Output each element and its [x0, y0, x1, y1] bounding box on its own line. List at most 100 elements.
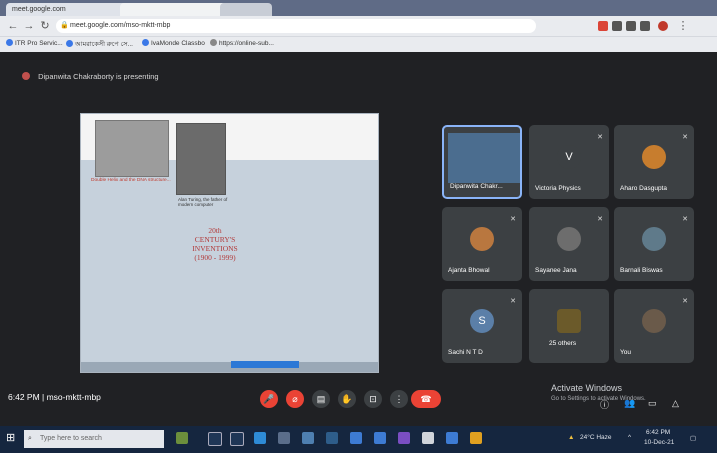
extension-icon[interactable] — [640, 21, 650, 31]
participant-tile[interactable]: ✕ You — [614, 289, 694, 363]
browser-tab[interactable] — [220, 3, 272, 16]
presenter-dot-icon — [22, 72, 30, 80]
avatar — [642, 145, 666, 169]
back-icon[interactable]: ← — [6, 19, 20, 33]
avatar — [642, 309, 666, 333]
others-avatar-icon — [557, 309, 581, 333]
activities-icon[interactable]: △ — [672, 398, 679, 409]
raise-hand-icon[interactable]: ✋ — [338, 390, 356, 408]
avatar — [642, 227, 666, 251]
activate-windows-title: Activate Windows — [551, 383, 623, 393]
end-call-button[interactable]: ☎ — [411, 390, 441, 408]
weather-text[interactable]: 24°C Haze — [580, 434, 612, 441]
avatar — [557, 227, 581, 251]
slide-red-text: Double Helix and the DNA structure... — [91, 178, 171, 183]
bookmark[interactable]: ITR Pro Servic... — [6, 39, 63, 47]
chat-icon[interactable]: ▭ — [648, 398, 657, 409]
mic-off-icon: ✕ — [682, 298, 688, 305]
mic-off-icon: ✕ — [597, 216, 603, 223]
slide-photo — [95, 120, 169, 177]
taskbar-app-icon[interactable] — [326, 432, 338, 444]
taskbar-app-icon[interactable] — [278, 432, 290, 444]
participant-video — [448, 133, 520, 183]
participant-name: You — [620, 349, 631, 356]
participant-tile[interactable]: ✕ Ajanta Bhowal — [442, 207, 522, 281]
reload-icon[interactable]: ↻ — [38, 19, 52, 33]
people-icon[interactable]: 👥 — [624, 398, 635, 409]
browser-toolbar: ← → ↻ 🔒 meet.google.com/mso-mktt-mbp ⋮ — [0, 16, 717, 36]
taskbar-app-icon[interactable] — [446, 432, 458, 444]
bookmarks-bar: ITR Pro Servic... আমরাকেসী রুপে সে... Iv… — [0, 36, 717, 52]
participant-tile[interactable]: ✕ Sayanee Jana — [529, 207, 609, 281]
slide-controls[interactable] — [231, 361, 299, 368]
mic-off-icon[interactable]: 🎤 — [260, 390, 278, 408]
edge-icon[interactable] — [254, 432, 266, 444]
meeting-time-code: 6:42 PM | mso-mktt-mbp — [8, 392, 101, 402]
chrome-icon[interactable] — [422, 432, 434, 444]
participant-name: Sayanee Jana — [535, 267, 577, 274]
info-icon[interactable]: ⓘ — [600, 398, 609, 411]
extension-icon[interactable] — [626, 21, 636, 31]
menu-icon[interactable]: ⋮ — [676, 19, 690, 33]
participant-name: Aharo Dasgupta — [620, 185, 667, 192]
search-icon: ⌕ — [28, 435, 32, 442]
taskbar-app-icon[interactable] — [350, 432, 362, 444]
avatar — [470, 227, 494, 251]
windows-start-icon[interactable]: ⊞ — [6, 432, 18, 444]
avatar: V — [557, 145, 581, 169]
taskbar-app-icon[interactable] — [302, 432, 314, 444]
mic-off-icon: ✕ — [510, 298, 516, 305]
profile-avatar[interactable] — [658, 21, 668, 31]
taskbar-app-icon[interactable] — [176, 432, 188, 444]
presenting-text: Dipanwita Chakraborty is presenting — [38, 72, 159, 81]
bookmark[interactable]: আমরাকেসী রুপে সে... — [66, 39, 133, 50]
mic-off-icon: ✕ — [682, 216, 688, 223]
browser-tabstrip: meet.google.com — [0, 0, 717, 16]
participant-name: Dipanwita Chakr... — [450, 183, 503, 190]
slide-caption: Alan Turing, the father of modern comput… — [178, 197, 228, 207]
weather-icon[interactable]: ▲ — [568, 434, 574, 441]
participant-name: Sachi N T D — [448, 349, 483, 356]
address-text: meet.google.com/mso-mktt-mbp — [70, 22, 171, 29]
task-view-icon[interactable] — [230, 432, 244, 446]
participant-tile[interactable]: Dipanwita Chakr... — [442, 125, 522, 199]
clock-time[interactable]: 6:42 PM — [646, 429, 670, 436]
participant-tile[interactable]: ✕ Aharo Dasgupta — [614, 125, 694, 199]
camera-off-icon[interactable]: ⌀ — [286, 390, 304, 408]
presenting-banner: Dipanwita Chakraborty is presenting — [22, 72, 159, 81]
participant-name: Barnali Biswas — [620, 267, 663, 274]
extension-icon[interactable] — [598, 21, 608, 31]
participant-tile[interactable]: 25 others — [529, 289, 609, 363]
address-bar[interactable]: 🔒 meet.google.com/mso-mktt-mbp — [56, 19, 536, 33]
notifications-icon[interactable]: ▢ — [690, 434, 696, 442]
clock-date[interactable]: 10-Dec-21 — [644, 439, 674, 446]
mic-off-icon: ✕ — [510, 216, 516, 223]
cortana-icon[interactable] — [208, 432, 222, 446]
participant-name: 25 others — [549, 340, 577, 347]
taskbar-search[interactable]: ⌕ Type here to search — [24, 430, 164, 448]
participant-tile[interactable]: ✕ S Sachi N T D — [442, 289, 522, 363]
avatar: S — [470, 309, 494, 333]
taskbar-app-icon[interactable] — [398, 432, 410, 444]
captions-icon[interactable]: ▤ — [312, 390, 330, 408]
participant-name: Victoria Physics — [535, 185, 581, 192]
bookmark[interactable]: IvaMonde Classbo — [142, 39, 205, 47]
bookmark[interactable]: https://online-sub... — [210, 39, 274, 47]
participant-tile[interactable]: ✕ V Victoria Physics — [529, 125, 609, 199]
extension-icon[interactable] — [612, 21, 622, 31]
taskbar-app-icon[interactable] — [470, 432, 482, 444]
meet-view: Dipanwita Chakraborty is presenting Doub… — [0, 52, 717, 426]
more-options-icon[interactable]: ⋮ — [390, 390, 408, 408]
slide-title: 20th CENTURY'S INVENTIONS (1900 - 1999) — [192, 226, 238, 262]
presentation-slide: Double Helix and the DNA structure... Al… — [80, 113, 379, 373]
participant-tile[interactable]: ✕ Barnali Biswas — [614, 207, 694, 281]
browser-tab[interactable] — [120, 3, 227, 16]
forward-icon[interactable]: → — [22, 19, 36, 33]
taskbar-app-icon[interactable] — [374, 432, 386, 444]
mic-off-icon: ✕ — [597, 134, 603, 141]
present-icon[interactable]: ⊡ — [364, 390, 382, 408]
slide-footer — [81, 362, 378, 372]
browser-tab[interactable]: meet.google.com — [6, 3, 128, 16]
slide-portrait — [176, 123, 226, 195]
tray-chevron-icon[interactable]: ^ — [628, 434, 631, 441]
